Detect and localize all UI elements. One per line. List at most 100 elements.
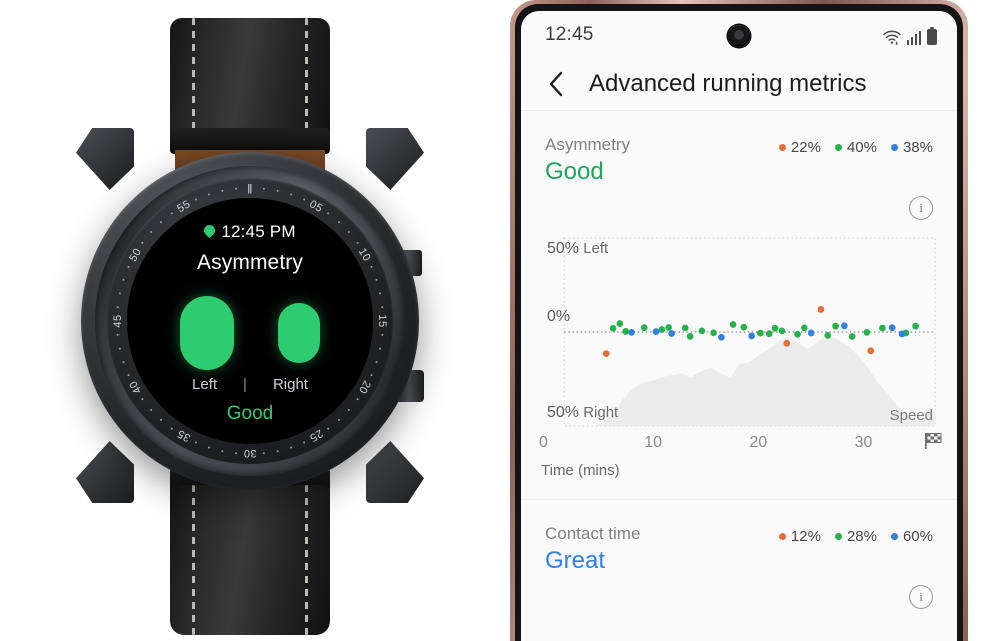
bezel-tick (379, 291, 382, 294)
section-contact-time: Contact time Great 12% 28% 60% i (521, 500, 957, 609)
data-point (765, 330, 773, 338)
asymmetry-label: Asymmetry (545, 135, 630, 154)
data-point (740, 323, 748, 331)
data-point (628, 328, 635, 336)
data-point (718, 333, 725, 341)
bezel-tick (379, 347, 382, 350)
legend-item-green-ct: 28% (834, 528, 877, 545)
legend-label-blue-ct: 60% (902, 528, 933, 545)
data-point (832, 322, 839, 330)
app-bar: Advanced running metrics (521, 58, 957, 110)
bezel-tick (116, 305, 119, 308)
data-point (729, 321, 737, 328)
contact-time-label: Contact time (545, 524, 641, 543)
y-bottom-unit: Right (583, 404, 619, 421)
strap-stitching-right-bottom (305, 485, 308, 635)
bezel-number-15: 15 (376, 313, 388, 328)
data-point (665, 324, 672, 331)
watch-status-text: Good (226, 402, 274, 424)
page-title: Advanced running metrics (589, 70, 867, 97)
watch-asymmetry-bars (127, 294, 373, 372)
phone-screen: 12:45 Advanced running metrics Asymmetry… (521, 11, 957, 641)
data-point (807, 329, 815, 337)
bezel-tick (194, 197, 197, 200)
watch-screen[interactable]: 12:45 PM Asymmetry Left | Right Good (127, 197, 373, 444)
data-point (888, 324, 896, 332)
data-point (898, 330, 906, 338)
data-point (879, 324, 886, 332)
data-point (652, 328, 660, 336)
legend-label-orange: 22% (790, 139, 821, 156)
asymmetry-header: Asymmetry Good 22% 40% 38% (545, 135, 933, 186)
asymmetry-value: Good (545, 158, 604, 185)
data-point (698, 327, 706, 335)
data-point (640, 324, 648, 332)
chart-svg (563, 237, 936, 427)
legend-dot-blue-ct (890, 533, 898, 540)
bezel-tick (356, 397, 359, 400)
speed-area-series (564, 335, 936, 426)
contact-time-value: Great (545, 547, 606, 574)
bezel-tick (262, 451, 265, 454)
section-asymmetry: Asymmetry Good 22% 40% 38% i (521, 111, 957, 220)
legend-label-orange-ct: 12% (790, 528, 821, 545)
watch-lug-top-right (366, 128, 424, 190)
bezel-tick (327, 427, 330, 430)
x-tick-20: 20 (749, 434, 768, 451)
x-axis-title: Time (mins) (541, 462, 620, 479)
bezel-tick (221, 449, 224, 452)
watch-metric-title: Asymmetry (197, 250, 303, 274)
info-icon-contact-time[interactable]: i (909, 585, 933, 609)
data-point (609, 324, 617, 332)
x-tick-30: 30 (854, 434, 873, 451)
bezel-number-35: 35 (175, 426, 193, 444)
bezel-tick (116, 333, 119, 336)
cellular-signal-icon (906, 31, 921, 45)
y-axis-label-top: 50% Left (547, 240, 608, 258)
phone-device: 12:45 Advanced running metrics Asymmetry… (510, 0, 968, 641)
asymmetry-titles: Asymmetry Good (545, 135, 630, 186)
data-point (863, 328, 871, 336)
watch-lug-top-left (76, 128, 134, 190)
bezel-tick (122, 360, 125, 363)
data-point (658, 326, 666, 333)
info-icon-asymmetry[interactable]: i (909, 196, 933, 220)
bezel-tick (122, 278, 125, 281)
battery-icon (927, 26, 937, 45)
y-top-value: 50% (547, 240, 580, 257)
bezel-tick (290, 445, 293, 448)
legend-label-green-ct: 28% (846, 528, 877, 545)
status-bar-icons (882, 25, 937, 45)
bezel-tick (375, 278, 378, 281)
front-camera-punch-hole (728, 25, 750, 47)
bezel-twelve-marker: ‖ (247, 181, 253, 196)
data-point (778, 327, 786, 335)
watch-bar-left (180, 295, 234, 370)
watch-label-left: Left (192, 375, 218, 393)
bezel-tick (207, 445, 210, 448)
bezel-tick (118, 291, 121, 294)
legend-label-blue: 38% (902, 139, 933, 156)
bezel-tick (235, 451, 238, 454)
legend-item-green: 40% (834, 139, 877, 156)
status-bar: 12:45 (521, 11, 957, 58)
bezel-tick (141, 241, 144, 244)
strap-stitching-left-bottom (192, 485, 195, 635)
legend-item-blue-ct: 60% (890, 528, 933, 545)
bezel-number-30: 30 (243, 446, 257, 459)
bezel-tick (235, 187, 238, 190)
legend-dot-green-ct (834, 533, 842, 540)
data-point (622, 328, 630, 335)
watch-label-right: Right (272, 375, 308, 393)
legend-dot-orange-ct (778, 533, 786, 540)
chart-plot-area[interactable]: 50% Left 0% 50% Right Speed (539, 234, 939, 430)
data-point (771, 324, 779, 332)
watch-time: 12:45 PM (221, 221, 296, 241)
data-point (783, 339, 791, 347)
y-bottom-value: 50% (547, 404, 580, 421)
data-point (710, 329, 717, 337)
back-button[interactable] (541, 69, 571, 99)
y-zero-value: 0% (547, 308, 571, 325)
legend-label-green: 40% (846, 139, 877, 156)
y-top-unit: Left (583, 240, 609, 257)
